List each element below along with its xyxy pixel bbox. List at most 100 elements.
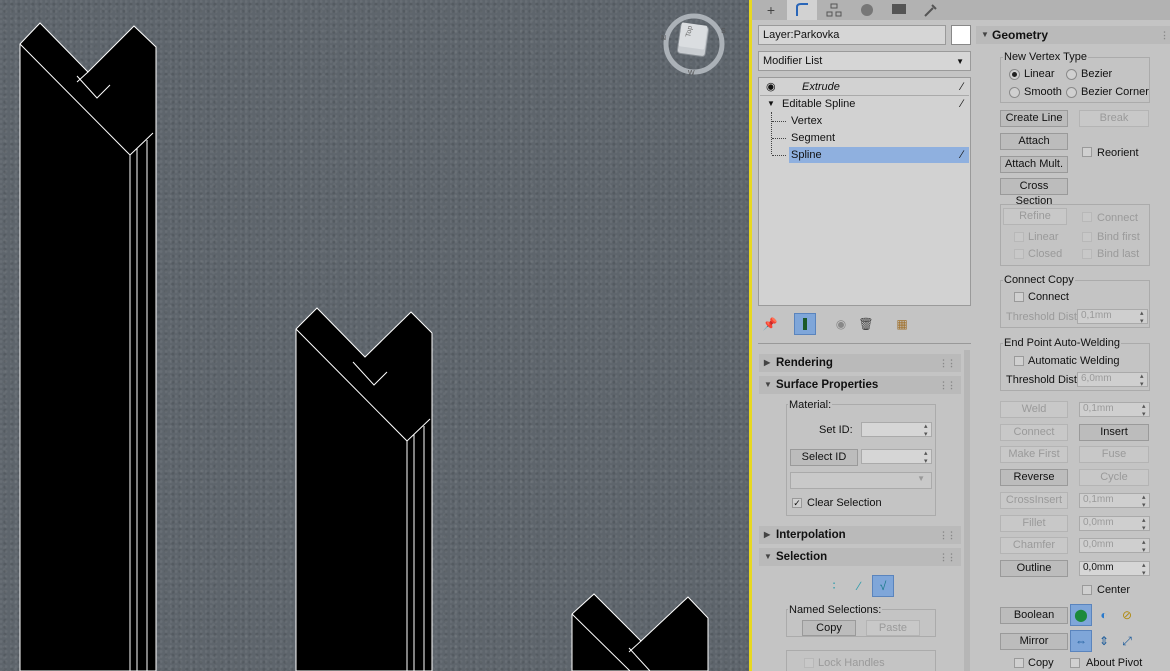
chamfer-button[interactable]: Chamfer xyxy=(1000,537,1068,554)
linear-radio[interactable] xyxy=(1009,69,1020,80)
boolean-subtract-button[interactable]: ◐ xyxy=(1093,604,1115,626)
modifier-stack[interactable]: ◉ Extrude ∕ ▼ Editable Spline ∕ Vertex S… xyxy=(758,77,971,306)
reverse-button[interactable]: Reverse xyxy=(1000,469,1068,486)
connect-copy-checkbox-label: Connect xyxy=(1028,291,1069,303)
connect-refine-checkbox[interactable] xyxy=(1082,212,1092,222)
object-color-swatch[interactable] xyxy=(951,25,971,45)
interpolation-rollout[interactable]: ▶ Interpolation ⋮⋮ xyxy=(759,526,961,544)
stack-item-vertex[interactable]: Vertex xyxy=(760,113,969,129)
object-name-field[interactable]: Layer:Parkovka xyxy=(758,25,946,45)
copy-checkbox[interactable] xyxy=(1014,658,1024,668)
center-checkbox[interactable] xyxy=(1082,585,1092,595)
mirror-both-button[interactable]: ⤢ xyxy=(1116,630,1138,652)
stack-item-segment[interactable]: Segment xyxy=(760,130,969,146)
bezier-radio[interactable] xyxy=(1066,69,1077,80)
rollout-scrollbar[interactable] xyxy=(964,350,970,671)
create-tab[interactable]: + xyxy=(756,0,786,20)
fuse-button[interactable]: Fuse xyxy=(1079,446,1149,463)
reorient-checkbox[interactable] xyxy=(1082,147,1092,157)
fillet-button[interactable]: Fillet xyxy=(1000,515,1068,532)
drag-grip-icon: ⋮⋮ xyxy=(939,530,956,540)
cross-section-button[interactable]: Cross Section xyxy=(1000,178,1068,207)
selection-rollout-title: Selection xyxy=(776,551,828,563)
viewcube[interactable]: Top N W S xyxy=(660,10,728,78)
outline-spinner[interactable]: 0,0mm xyxy=(1079,561,1150,578)
copy-selection-button[interactable]: Copy xyxy=(802,620,856,636)
stack-item-editable-spline[interactable]: ▼ Editable Spline ∕ xyxy=(760,96,969,112)
mirror-button[interactable]: Mirror xyxy=(1000,633,1068,650)
rendering-rollout[interactable]: ▶ Rendering ⋮⋮ xyxy=(759,354,961,372)
about-pivot-checkbox[interactable] xyxy=(1070,658,1080,668)
tree-branch xyxy=(772,155,786,156)
weld-button[interactable]: Weld xyxy=(1000,401,1068,418)
configure-modifier-sets-button[interactable]: ▦ xyxy=(891,313,913,335)
geometry-rollout[interactable]: ▼ Geometry ⋮ xyxy=(976,26,1170,44)
lock-handles-checkbox[interactable] xyxy=(804,658,814,668)
motion-tab[interactable] xyxy=(852,0,882,20)
chamfer-spinner[interactable]: 0,0mm xyxy=(1079,538,1150,555)
boolean-button[interactable]: Boolean xyxy=(1000,607,1068,624)
outline-button[interactable]: Outline xyxy=(1000,560,1068,577)
utilities-tab[interactable] xyxy=(916,0,946,20)
hierarchy-tab[interactable] xyxy=(819,0,849,20)
spline-level-button[interactable]: √ xyxy=(872,575,894,597)
crossinsert-button[interactable]: CrossInsert xyxy=(1000,492,1068,509)
make-unique-icon: ◉ xyxy=(835,317,847,331)
threshold-dist-spinner[interactable]: 0,1mm xyxy=(1077,309,1148,326)
make-first-button[interactable]: Make First xyxy=(1000,446,1068,463)
interpolation-rollout-title: Interpolation xyxy=(776,529,846,541)
tree-branch xyxy=(772,121,786,122)
stack-item-spline[interactable]: Spline ∕ xyxy=(760,147,969,163)
mirror-horizontal-button[interactable]: ⇔ xyxy=(1070,630,1092,652)
clear-selection-checkbox[interactable]: ✓ xyxy=(792,498,802,508)
cycle-button[interactable]: Cycle xyxy=(1079,469,1149,486)
automatic-welding-checkbox[interactable] xyxy=(1014,356,1024,366)
motion-icon xyxy=(861,4,873,16)
viewport[interactable]: Top N W S xyxy=(0,0,749,671)
make-unique-button[interactable]: ◉ xyxy=(830,313,852,335)
fillet-spinner[interactable]: 0,0mm xyxy=(1079,516,1150,533)
remove-modifier-button[interactable]: 🗑 xyxy=(855,313,877,335)
linear-checkbox[interactable] xyxy=(1014,232,1024,242)
break-button[interactable]: Break xyxy=(1079,110,1149,127)
bind-first-checkbox[interactable] xyxy=(1082,232,1092,242)
threshold-dist-2-spinner[interactable]: 6,0mm xyxy=(1077,372,1148,389)
show-end-result-button[interactable] xyxy=(794,313,816,335)
stack-item-editable-spline-label: Editable Spline xyxy=(782,98,856,110)
bind-last-checkbox[interactable] xyxy=(1082,249,1092,259)
connect-copy-checkbox[interactable] xyxy=(1014,292,1024,302)
select-id-button[interactable]: Select ID xyxy=(790,449,858,466)
collapsed-arrow-icon: ▶ xyxy=(764,530,771,539)
modify-tab[interactable] xyxy=(787,0,817,20)
boolean-union-button[interactable]: ⬤ xyxy=(1070,604,1092,626)
mirror-vertical-button[interactable]: ⇕ xyxy=(1093,630,1115,652)
weld-spinner[interactable]: 0,1mm xyxy=(1079,402,1150,419)
boolean-intersect-button[interactable]: ⊘ xyxy=(1116,604,1138,626)
smooth-radio[interactable] xyxy=(1009,87,1020,98)
create-line-button[interactable]: Create Line xyxy=(1000,110,1068,127)
attach-button[interactable]: Attach xyxy=(1000,133,1068,150)
surface-properties-rollout[interactable]: ▼ Surface Properties ⋮⋮ xyxy=(759,376,961,394)
segment-level-button[interactable]: ∕ xyxy=(848,575,870,597)
tree-branch xyxy=(772,138,786,139)
drag-grip-icon: ⋮⋮ xyxy=(939,380,956,390)
display-tab[interactable] xyxy=(884,0,914,20)
bezier-corner-radio[interactable] xyxy=(1066,87,1077,98)
closed-checkbox[interactable] xyxy=(1014,249,1024,259)
crossinsert-spinner[interactable]: 0,1mm xyxy=(1079,493,1150,510)
insert-button[interactable]: Insert xyxy=(1079,424,1149,441)
select-id-spinner[interactable] xyxy=(861,449,932,466)
pin-stack-button[interactable]: 📌 xyxy=(759,313,781,335)
modifier-list-dropdown[interactable]: Modifier List ▼ xyxy=(758,51,971,71)
checkmark-icon: ✓ xyxy=(793,498,801,508)
attach-mult-button[interactable]: Attach Mult. xyxy=(1000,156,1068,173)
bind-first-label: Bind first xyxy=(1097,231,1140,243)
selection-rollout[interactable]: ▼ Selection ⋮⋮ xyxy=(759,548,961,566)
stack-item-extrude[interactable]: ◉ Extrude ∕ xyxy=(760,79,969,96)
set-id-spinner[interactable] xyxy=(861,422,932,439)
refine-button[interactable]: Refine xyxy=(1003,208,1067,225)
connect-button[interactable]: Connect xyxy=(1000,424,1068,441)
select-by-name-dropdown[interactable]: ▼ xyxy=(790,472,932,489)
paste-selection-button[interactable]: Paste xyxy=(866,620,920,636)
vertex-level-button[interactable]: ∶ xyxy=(823,575,845,597)
